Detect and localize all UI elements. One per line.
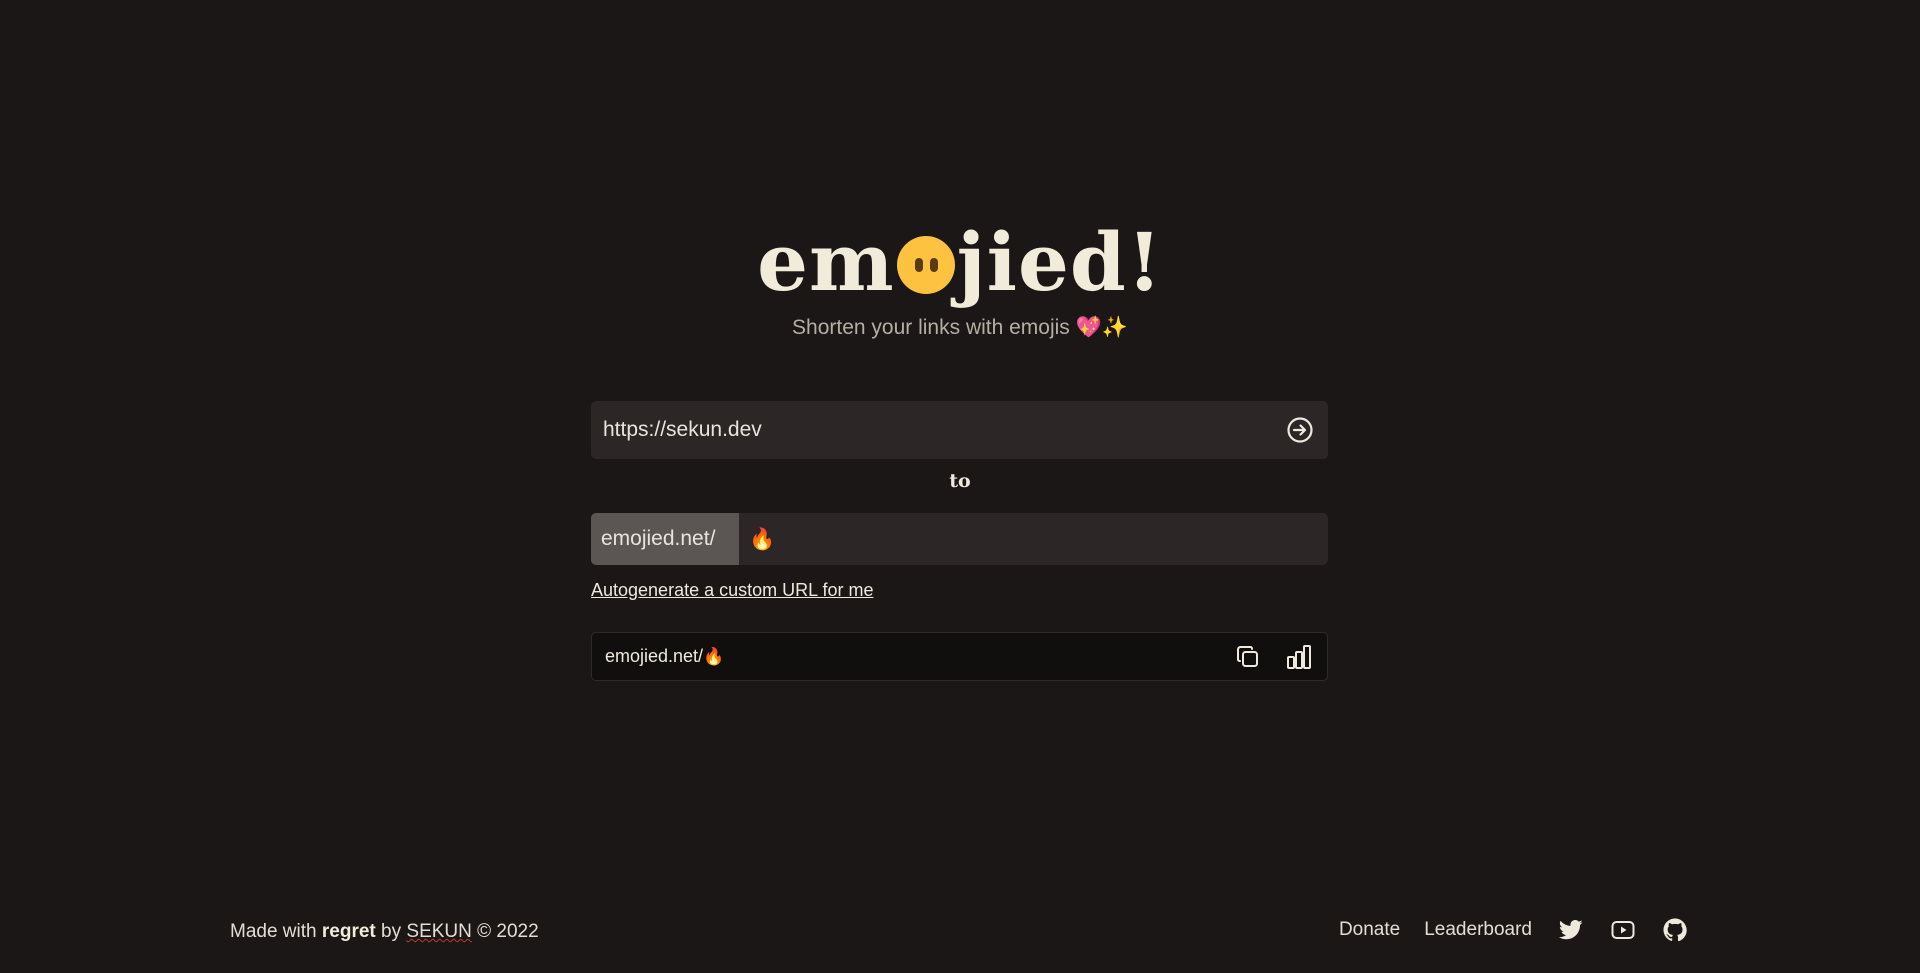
result-url[interactable]: emojied.net/🔥: [605, 633, 724, 681]
made-with-text: Made with: [230, 921, 317, 942]
copyright-text: © 2022: [477, 921, 539, 942]
github-icon[interactable]: [1662, 917, 1688, 943]
domain-prefix: emojied.net/: [591, 513, 739, 565]
result-url-text: emojied.net/: [605, 646, 704, 666]
leaderboard-link[interactable]: Leaderboard: [1424, 919, 1532, 941]
page: em jied! Shorten your links with emojis 💖…: [0, 0, 1920, 973]
autogenerate-url-link[interactable]: Autogenerate a custom URL for me: [591, 580, 873, 601]
copy-icon[interactable]: [1235, 644, 1261, 670]
author-link[interactable]: SEKUN: [406, 921, 471, 942]
slug-input-container: emojied.net/: [591, 513, 1328, 565]
bar-chart-icon[interactable]: [1285, 643, 1313, 671]
donate-link[interactable]: Donate: [1339, 919, 1400, 941]
footer-credits: Made with regret by SEKUN © 2022: [230, 921, 539, 943]
footer-nav: Donate Leaderboard: [1315, 915, 1688, 945]
twitter-icon[interactable]: [1558, 917, 1584, 943]
youtube-icon[interactable]: [1610, 917, 1636, 943]
result-box: emojied.net/🔥: [591, 632, 1328, 681]
tagline: Shorten your links with emojis 💖✨: [792, 316, 1128, 339]
submit-arrow-button[interactable]: [1286, 416, 1314, 444]
emoji-slug-input[interactable]: [749, 513, 1309, 565]
logo: em jied!: [0, 212, 1920, 312]
url-input[interactable]: [603, 401, 1243, 459]
url-input-container: [591, 401, 1328, 459]
logo-text-start: em: [757, 215, 895, 309]
result-url-emoji: 🔥: [703, 647, 725, 667]
to-label: to: [949, 470, 971, 492]
logo-text-end: jied!: [956, 215, 1163, 309]
by-text: by: [381, 921, 402, 942]
emoji-face-icon: [896, 236, 955, 294]
regret-text: regret: [321, 921, 376, 942]
